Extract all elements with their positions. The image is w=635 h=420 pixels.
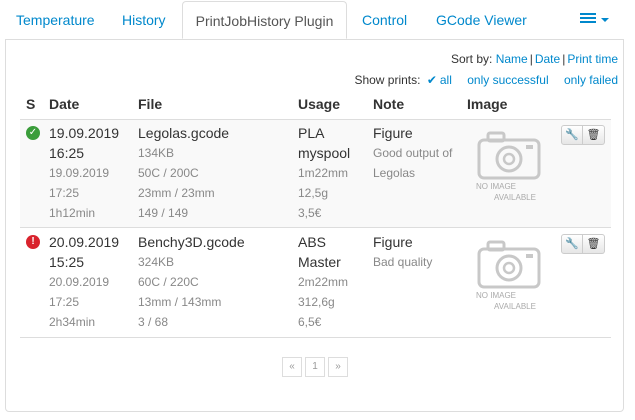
edit-button[interactable]: 🔧 (561, 125, 583, 145)
check-icon: ✔ (426, 73, 437, 87)
no-image-line2: AVAILABLE (494, 193, 536, 202)
wrench-icon: 🔧 (565, 129, 579, 141)
delete-button[interactable]: 🗑 (583, 125, 605, 145)
start-time: 17:25 (49, 295, 80, 309)
sort-by-date-link[interactable]: Date (535, 52, 560, 66)
file-name: Legolas.gcode (138, 125, 230, 141)
temperatures: 50C / 200C (138, 166, 199, 180)
file-cell: Benchy3D.gcode 324KB 60C / 220C 13mm / 1… (138, 232, 245, 332)
layers: 3 / 68 (138, 315, 169, 329)
sort-separator: | (562, 52, 566, 66)
tab-printjobhistory[interactable]: PrintJobHistory Plugin (182, 1, 347, 39)
sort-label: Sort by: (450, 52, 493, 66)
exclamation-circle-icon: ! (26, 235, 40, 249)
cost: 6,5€ (298, 315, 322, 329)
camera-icon: NO IMAGE AVAILABLE (476, 131, 541, 202)
filter-all-link[interactable]: ✔ all (424, 73, 452, 87)
cost: 3,5€ (298, 206, 322, 220)
start-time: 17:25 (49, 186, 80, 200)
no-image-line2: AVAILABLE (494, 302, 536, 311)
material: PLA (298, 125, 325, 141)
tab-bar: Temperature History PrintJobHistory Plug… (0, 0, 635, 40)
filter-successful-link[interactable]: only successful (467, 73, 548, 87)
note-text: Good output of Legolas (373, 146, 453, 180)
filament-weight: 12,5g (298, 186, 329, 200)
sort-by-name-link[interactable]: Name (496, 52, 528, 66)
tab-temperature[interactable]: Temperature (6, 1, 105, 39)
usage-cell: ABS Master 2m22mm 312,6g 6,5€ (298, 232, 348, 332)
file-size: 324KB (138, 255, 175, 269)
start-date: 19.09.2019 (49, 166, 110, 180)
pagination-prev-button[interactable]: « (282, 357, 302, 377)
pagination-page-button[interactable]: 1 (305, 357, 325, 377)
trash-icon: 🗑 (586, 129, 601, 141)
usage-cell: PLA myspool 1m22mm 12,5g 3,5€ (298, 123, 350, 223)
date-cell: 20.09.2019 15:25 20.09.2019 17:25 2h34mi… (49, 232, 119, 332)
no-image-placeholder: NO IMAGE AVAILABLE (470, 128, 556, 208)
no-image-placeholder: NO IMAGE AVAILABLE (470, 237, 556, 317)
duration: 1h12min (49, 206, 96, 220)
note-cell: Figure Bad quality (373, 232, 463, 272)
column-header-note: Note (373, 96, 405, 112)
tab-control[interactable]: Control (352, 1, 417, 39)
dimensions: 23mm / 23mm (138, 186, 215, 200)
delete-button[interactable]: 🗑 (583, 234, 605, 254)
tab-gcode-viewer[interactable]: GCode Viewer (426, 1, 537, 39)
filament-diameter: 2m22mm (298, 275, 349, 289)
filter-label: Show prints: (354, 73, 421, 87)
column-header-date: Date (49, 96, 80, 112)
file-size: 134KB (138, 146, 175, 160)
start-date: 20.09.2019 (49, 275, 110, 289)
sort-controls: Sort by: Name | Date | Print time (451, 52, 618, 66)
sort-by-print-time-link[interactable]: Print time (567, 52, 618, 66)
column-header-usage: Usage (298, 96, 341, 112)
end-date: 19.09.2019 (49, 125, 120, 141)
layers: 149 / 149 (138, 206, 189, 220)
end-time: 16:25 (49, 145, 85, 161)
note-cell: Figure Good output of Legolas (373, 123, 463, 183)
edit-button[interactable]: 🔧 (561, 234, 583, 254)
note-title: Figure (373, 125, 413, 141)
file-cell: Legolas.gcode 134KB 50C / 200C 23mm / 23… (138, 123, 229, 223)
trash-icon: 🗑 (586, 238, 601, 250)
tab-history[interactable]: History (112, 1, 176, 39)
filament-diameter: 1m22mm (298, 166, 349, 180)
table-bottom-border (20, 337, 611, 338)
column-header-file: File (138, 96, 163, 112)
filter-all-label: all (439, 73, 452, 87)
pagination-next-button[interactable]: » (328, 357, 348, 377)
date-cell: 19.09.2019 16:25 19.09.2019 17:25 1h12mi… (49, 123, 119, 223)
no-image-line1: NO IMAGE (476, 291, 516, 300)
temperatures: 60C / 220C (138, 275, 199, 289)
end-time: 15:25 (49, 254, 85, 270)
list-icon (580, 13, 596, 25)
file-name: Benchy3D.gcode (138, 234, 245, 250)
camera-icon: NO IMAGE AVAILABLE (476, 240, 541, 311)
spool-name: myspool (298, 145, 351, 161)
check-circle-icon: ✓ (26, 126, 40, 140)
sort-separator: | (529, 52, 533, 66)
material: ABS (298, 234, 327, 250)
tabs-overflow-menu-button[interactable] (578, 11, 612, 29)
duration: 2h34min (49, 315, 96, 329)
column-header-status: S (26, 96, 36, 112)
spool-name: Master (298, 254, 341, 270)
filter-controls: Show prints: ✔ all only successful only f… (354, 73, 618, 87)
filter-failed-link[interactable]: only failed (564, 73, 618, 87)
caret-down-icon (601, 18, 609, 22)
note-text: Bad quality (373, 255, 433, 269)
end-date: 20.09.2019 (49, 234, 120, 250)
note-title: Figure (373, 234, 413, 250)
filament-weight: 312,6g (298, 295, 335, 309)
dimensions: 13mm / 143mm (138, 295, 222, 309)
column-header-image: Image (467, 96, 508, 112)
no-image-line1: NO IMAGE (476, 182, 516, 191)
wrench-icon: 🔧 (565, 238, 579, 250)
